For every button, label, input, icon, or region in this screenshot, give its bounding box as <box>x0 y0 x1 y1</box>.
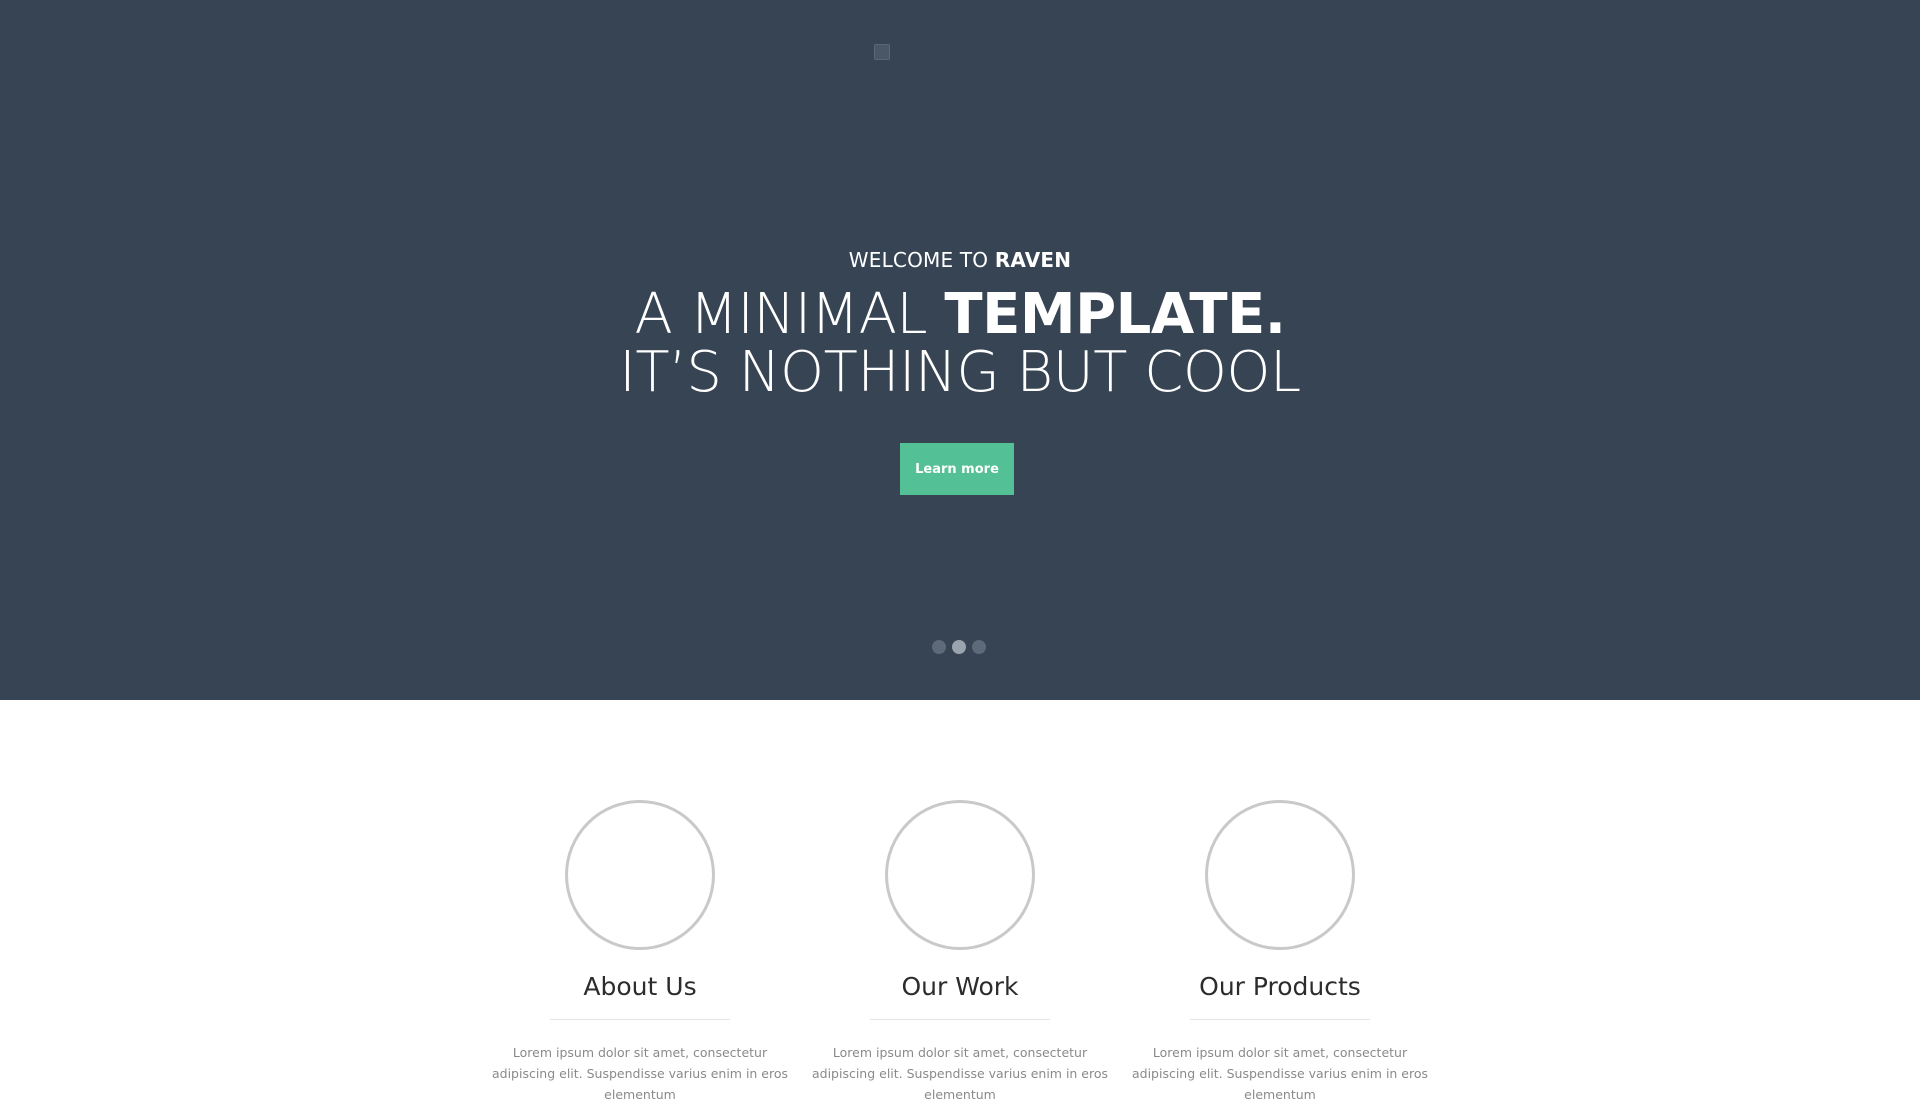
feature-divider <box>1190 1019 1370 1020</box>
feature-about-us: About Us Lorem ipsum dolor sit amet, con… <box>480 800 800 1105</box>
features-section: About Us Lorem ipsum dolor sit amet, con… <box>0 700 1920 1102</box>
broken-image-icon <box>874 44 890 60</box>
hero-welcome: WELCOME TO RAVEN <box>0 248 1920 272</box>
welcome-brand: RAVEN <box>994 248 1072 272</box>
feature-divider <box>870 1019 1050 1020</box>
slider-dot-3[interactable] <box>972 640 986 654</box>
feature-circle-icon <box>1205 800 1355 950</box>
feature-our-work: Our Work Lorem ipsum dolor sit amet, con… <box>800 800 1120 1105</box>
slider-dot-2[interactable] <box>952 640 966 654</box>
learn-more-button[interactable]: Learn more <box>900 443 1014 495</box>
feature-divider <box>550 1019 730 1020</box>
feature-our-products: Our Products Lorem ipsum dolor sit amet,… <box>1120 800 1440 1105</box>
headline-bold: TEMPLATE. <box>944 282 1286 347</box>
feature-circle-icon <box>885 800 1035 950</box>
feature-text: Lorem ipsum dolor sit amet, consectetur … <box>811 1045 1109 1102</box>
feature-text: Lorem ipsum dolor sit amet, consectetur … <box>1131 1045 1429 1102</box>
hero-section: WELCOME TO RAVEN A MINIMAL TEMPLATE. IT’… <box>0 0 1920 700</box>
slider-dot-1[interactable] <box>932 640 946 654</box>
slider-pagination <box>932 640 986 654</box>
feature-circle-icon <box>565 800 715 950</box>
feature-title: Our Work <box>901 972 1019 1001</box>
welcome-prefix: WELCOME TO <box>848 248 995 272</box>
headline-line2: IT’S NOTHING BUT COOL <box>619 340 1301 405</box>
feature-title: Our Products <box>1199 972 1361 1001</box>
feature-title: About Us <box>583 972 697 1001</box>
logo-image[interactable] <box>874 44 1024 84</box>
hero-headline: A MINIMAL TEMPLATE. IT’S NOTHING BUT COO… <box>0 286 1920 402</box>
feature-text: Lorem ipsum dolor sit amet, consectetur … <box>491 1045 789 1102</box>
headline-light: A MINIMAL <box>634 282 945 347</box>
